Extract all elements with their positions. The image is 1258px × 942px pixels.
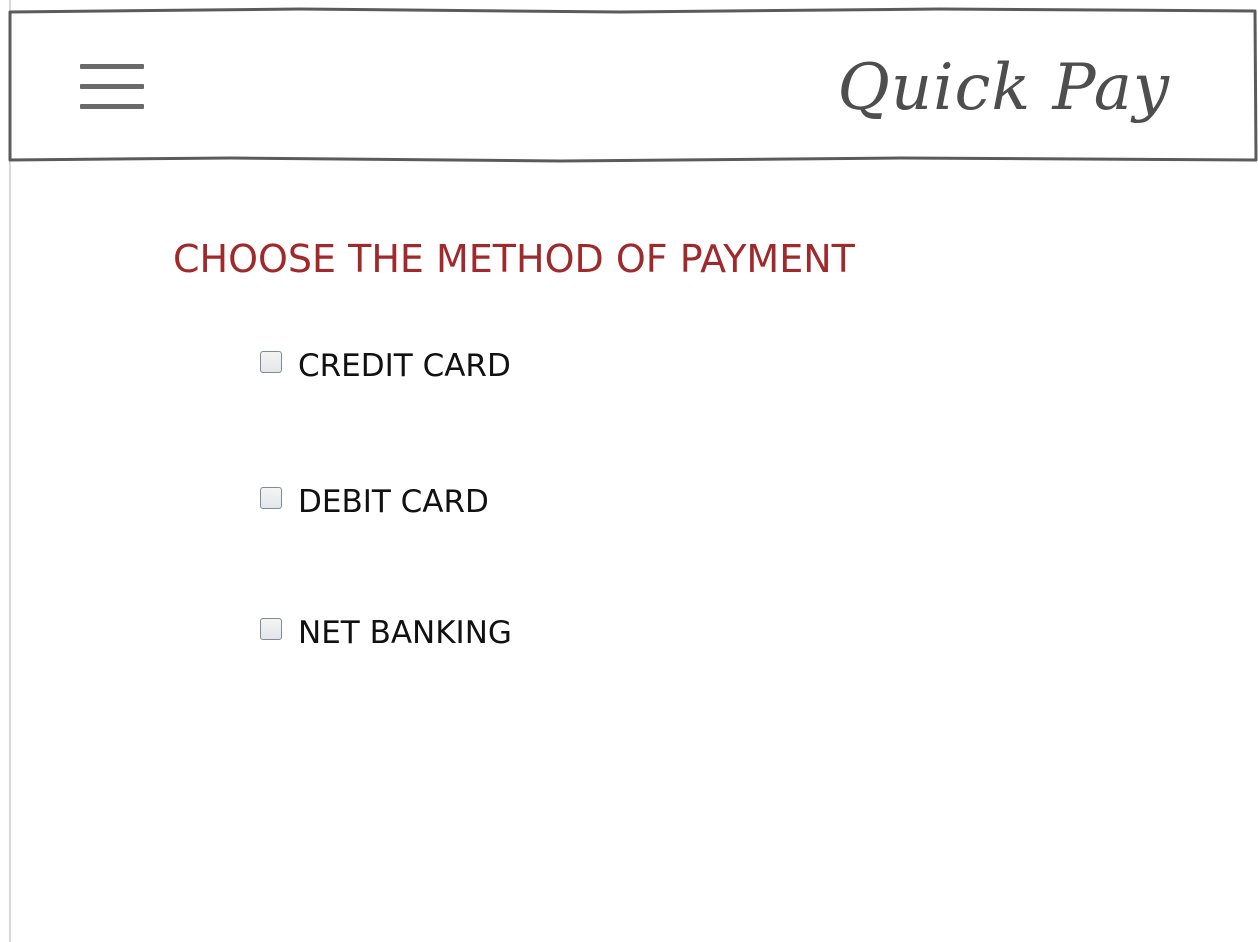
debit-card-checkbox[interactable] xyxy=(260,487,282,509)
menu-button[interactable] xyxy=(74,58,150,118)
option-debit-card[interactable]: DEBIT CARD xyxy=(260,480,489,524)
option-credit-card[interactable]: CREDIT CARD xyxy=(260,344,511,388)
credit-card-checkbox[interactable] xyxy=(260,351,282,373)
option-net-banking[interactable]: NET BANKING xyxy=(260,611,512,655)
header-bar: Quick Pay xyxy=(0,0,1258,165)
app-brand: Quick Pay xyxy=(837,51,1170,125)
hamburger-menu-icon xyxy=(80,64,144,109)
net-banking-label: NET BANKING xyxy=(298,615,512,651)
credit-card-label: CREDIT CARD xyxy=(298,348,511,384)
net-banking-checkbox[interactable] xyxy=(260,618,282,640)
debit-card-label: DEBIT CARD xyxy=(298,484,489,520)
page-title: CHOOSE THE METHOD OF PAYMENT xyxy=(173,237,855,281)
